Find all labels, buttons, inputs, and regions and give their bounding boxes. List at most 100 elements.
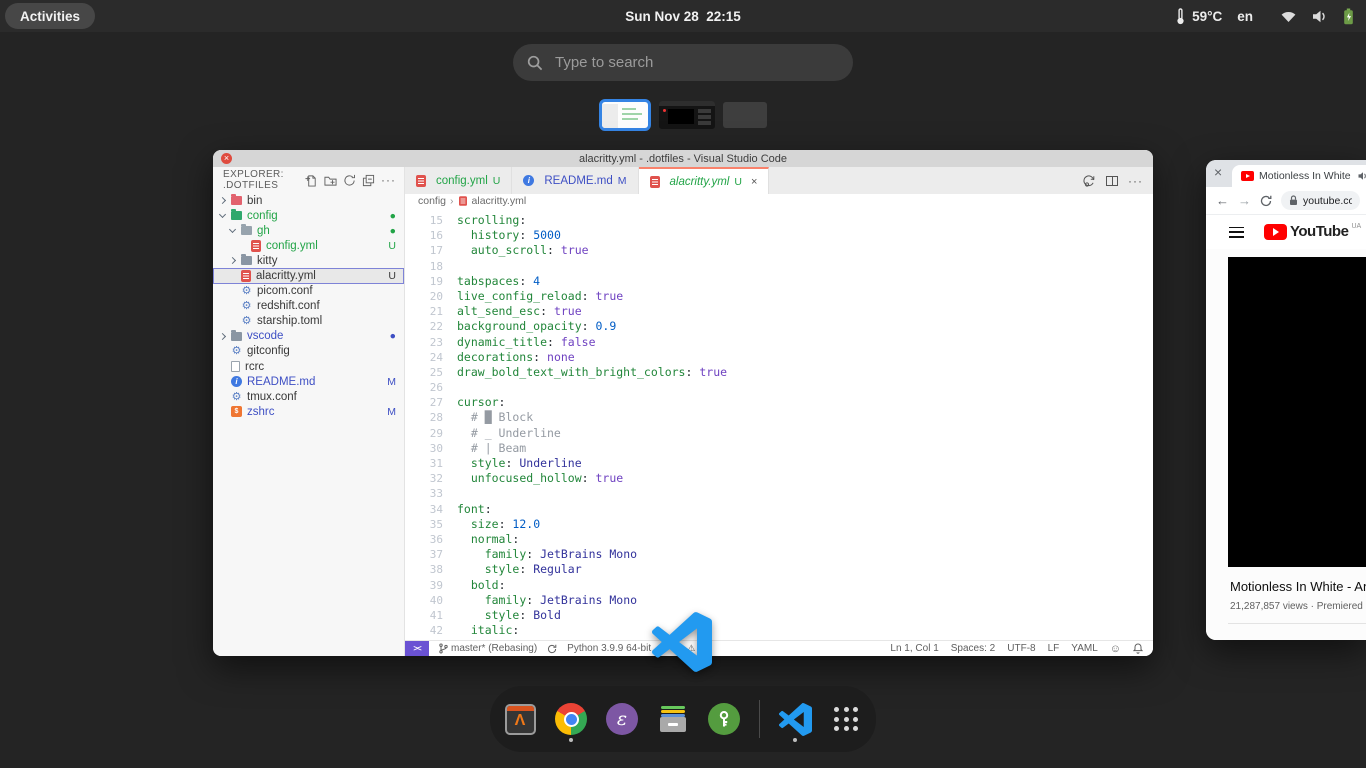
- clock[interactable]: Sun Nov 28 22:15: [625, 9, 741, 24]
- tree-item-config-yml[interactable]: config.ymlU: [213, 238, 404, 253]
- code-line-28[interactable]: 28 # █ Block: [405, 410, 1153, 425]
- tree-item-vscode[interactable]: vscode●: [213, 329, 404, 344]
- dock-item-app-grid[interactable]: [828, 696, 864, 742]
- code-line-23[interactable]: 23dynamic_title: false: [405, 335, 1153, 350]
- dock-item-emacs[interactable]: ε: [604, 696, 640, 742]
- code-line-33[interactable]: 33: [405, 486, 1153, 501]
- refresh-icon[interactable]: [343, 174, 356, 187]
- system-indicators[interactable]: 59°C en: [1176, 0, 1354, 32]
- remote-indicator[interactable]: ><: [405, 641, 429, 656]
- vscode-window[interactable]: × alacritty.yml - .dotfiles - Visual Stu…: [213, 150, 1153, 656]
- code-line-34[interactable]: 34font:: [405, 502, 1153, 517]
- tab-audio-icon[interactable]: [1358, 171, 1366, 181]
- chrome-window[interactable]: × Motionless In White - A ← → youtube.co…: [1206, 160, 1366, 640]
- overview-search[interactable]: [513, 44, 853, 81]
- code-line-36[interactable]: 36 normal:: [405, 532, 1153, 547]
- status-item-python-3-9-9-64-bit[interactable]: Python 3.9.9 64-bit: [567, 643, 651, 654]
- youtube-logo[interactable]: YouTube UA: [1264, 222, 1361, 242]
- status-item-master-rebasing[interactable]: master* (Rebasing): [439, 643, 537, 654]
- open-changes-icon[interactable]: [1082, 174, 1096, 188]
- code-line-19[interactable]: 19tabspaces: 4: [405, 274, 1153, 289]
- tree-item-zshrc[interactable]: $zshrcM: [213, 404, 404, 419]
- tree-item-redshift-conf[interactable]: ⚙redshift.conf: [213, 299, 404, 314]
- status-item-yaml[interactable]: YAML: [1071, 643, 1098, 654]
- breadcrumb-item-config[interactable]: config: [418, 195, 446, 207]
- code-line-17[interactable]: 17 auto_scroll: true: [405, 243, 1153, 258]
- hamburger-menu-icon[interactable]: [1229, 227, 1244, 238]
- editor-tab-alacritty-yml[interactable]: alacritty.ymlU×: [639, 167, 770, 194]
- status-item-ln-1-col-1[interactable]: Ln 1, Col 1: [890, 643, 938, 654]
- code-line-30[interactable]: 30 # | Beam: [405, 441, 1153, 456]
- vscode-app-icon[interactable]: [652, 612, 712, 677]
- dock-item-chrome[interactable]: [553, 696, 589, 742]
- status-item-utf-8[interactable]: UTF-8: [1007, 643, 1035, 654]
- address-bar[interactable]: youtube.com/wa: [1281, 191, 1360, 210]
- code-text: bold:: [457, 578, 506, 593]
- activities-button[interactable]: Activities: [5, 3, 95, 29]
- code-line-25[interactable]: 25draw_bold_text_with_bright_colors: tru…: [405, 365, 1153, 380]
- tree-item-alacritty-yml[interactable]: alacritty.ymlU: [213, 268, 404, 283]
- code-line-26[interactable]: 26: [405, 380, 1153, 395]
- dock-item-vscode[interactable]: [777, 696, 813, 742]
- notifications-bell-icon[interactable]: [1133, 643, 1143, 654]
- tree-item-picom-conf[interactable]: ⚙picom.conf: [213, 284, 404, 299]
- tree-item-tmux-conf[interactable]: ⚙tmux.conf: [213, 389, 404, 404]
- code-line-21[interactable]: 21alt_send_esc: true: [405, 304, 1153, 319]
- code-line-35[interactable]: 35 size: 12.0: [405, 517, 1153, 532]
- workspace-3-empty[interactable]: [723, 102, 767, 128]
- code-editor[interactable]: 15scrolling:16 history: 500017 auto_scro…: [405, 208, 1153, 640]
- reload-button[interactable]: [1260, 195, 1272, 207]
- editor-tab-readme-md[interactable]: iREADME.mdM: [512, 167, 638, 194]
- dock-item-keepassxc[interactable]: [706, 696, 742, 742]
- code-line-27[interactable]: 27cursor:: [405, 395, 1153, 410]
- tab-close-icon[interactable]: ×: [751, 176, 757, 188]
- tree-item-rcrc[interactable]: rcrc: [213, 359, 404, 374]
- code-line-40[interactable]: 40 family: JetBrains Mono: [405, 593, 1153, 608]
- collapse-all-icon[interactable]: [362, 174, 375, 187]
- code-line-24[interactable]: 24decorations: none: [405, 350, 1153, 365]
- code-line-20[interactable]: 20live_config_reload: true: [405, 289, 1153, 304]
- editor-tab-config-yml[interactable]: config.ymlU: [405, 167, 512, 194]
- keyboard-layout-indicator[interactable]: en: [1237, 9, 1253, 24]
- tree-item-readme-md[interactable]: iREADME.mdM: [213, 374, 404, 389]
- search-input[interactable]: [553, 53, 823, 72]
- code-line-16[interactable]: 16 history: 5000: [405, 228, 1153, 243]
- tree-item-kitty[interactable]: kitty: [213, 253, 404, 268]
- new-file-icon[interactable]: [305, 174, 318, 187]
- code-line-37[interactable]: 37 family: JetBrains Mono: [405, 547, 1153, 562]
- tree-item-bin[interactable]: bin: [213, 193, 404, 208]
- explorer-more-actions-icon[interactable]: ···: [381, 175, 396, 185]
- code-line-29[interactable]: 29 # _ Underline: [405, 426, 1153, 441]
- code-line-31[interactable]: 31 style: Underline: [405, 456, 1153, 471]
- code-line-18[interactable]: 18: [405, 259, 1153, 274]
- code-line-32[interactable]: 32 unfocused_hollow: true: [405, 471, 1153, 486]
- code-line-38[interactable]: 38 style: Regular: [405, 562, 1153, 577]
- code-line-15[interactable]: 15scrolling:: [405, 213, 1153, 228]
- window-close-button[interactable]: ×: [1214, 165, 1222, 179]
- status-item-spaces-2[interactable]: Spaces: 2: [951, 643, 995, 654]
- editor-more-actions-icon[interactable]: ···: [1128, 177, 1143, 185]
- split-editor-icon[interactable]: [1106, 176, 1118, 186]
- workspace-2-youtube[interactable]: [659, 101, 715, 129]
- dock-item-files[interactable]: [655, 696, 691, 742]
- tree-item-gitconfig[interactable]: ⚙gitconfig: [213, 344, 404, 359]
- tree-item-config[interactable]: config●: [213, 208, 404, 223]
- code-line-22[interactable]: 22background_opacity: 0.9: [405, 319, 1153, 334]
- tree-item-starship-toml[interactable]: ⚙starship.toml: [213, 314, 404, 329]
- workspace-1-vscode-active[interactable]: [599, 99, 651, 131]
- dock-item-alacritty[interactable]: Λ: [502, 696, 538, 742]
- status-item-sync[interactable]: [547, 644, 557, 654]
- window-close-button[interactable]: ×: [221, 153, 232, 164]
- browser-tab[interactable]: Motionless In White - A: [1232, 165, 1366, 187]
- tree-item-gh[interactable]: gh●: [213, 223, 404, 238]
- forward-button[interactable]: →: [1238, 194, 1251, 207]
- video-player[interactable]: [1228, 257, 1366, 567]
- feedback-smiley-icon[interactable]: ☺: [1110, 643, 1121, 655]
- code-line-41[interactable]: 41 style: Bold: [405, 608, 1153, 623]
- status-item-lf[interactable]: LF: [1048, 643, 1060, 654]
- back-button[interactable]: ←: [1216, 194, 1229, 207]
- code-line-39[interactable]: 39 bold:: [405, 578, 1153, 593]
- new-folder-icon[interactable]: [324, 174, 337, 187]
- breadcrumb-item-alacritty-yml[interactable]: alacritty.yml: [458, 195, 527, 207]
- code-line-42[interactable]: 42 italic:: [405, 623, 1153, 638]
